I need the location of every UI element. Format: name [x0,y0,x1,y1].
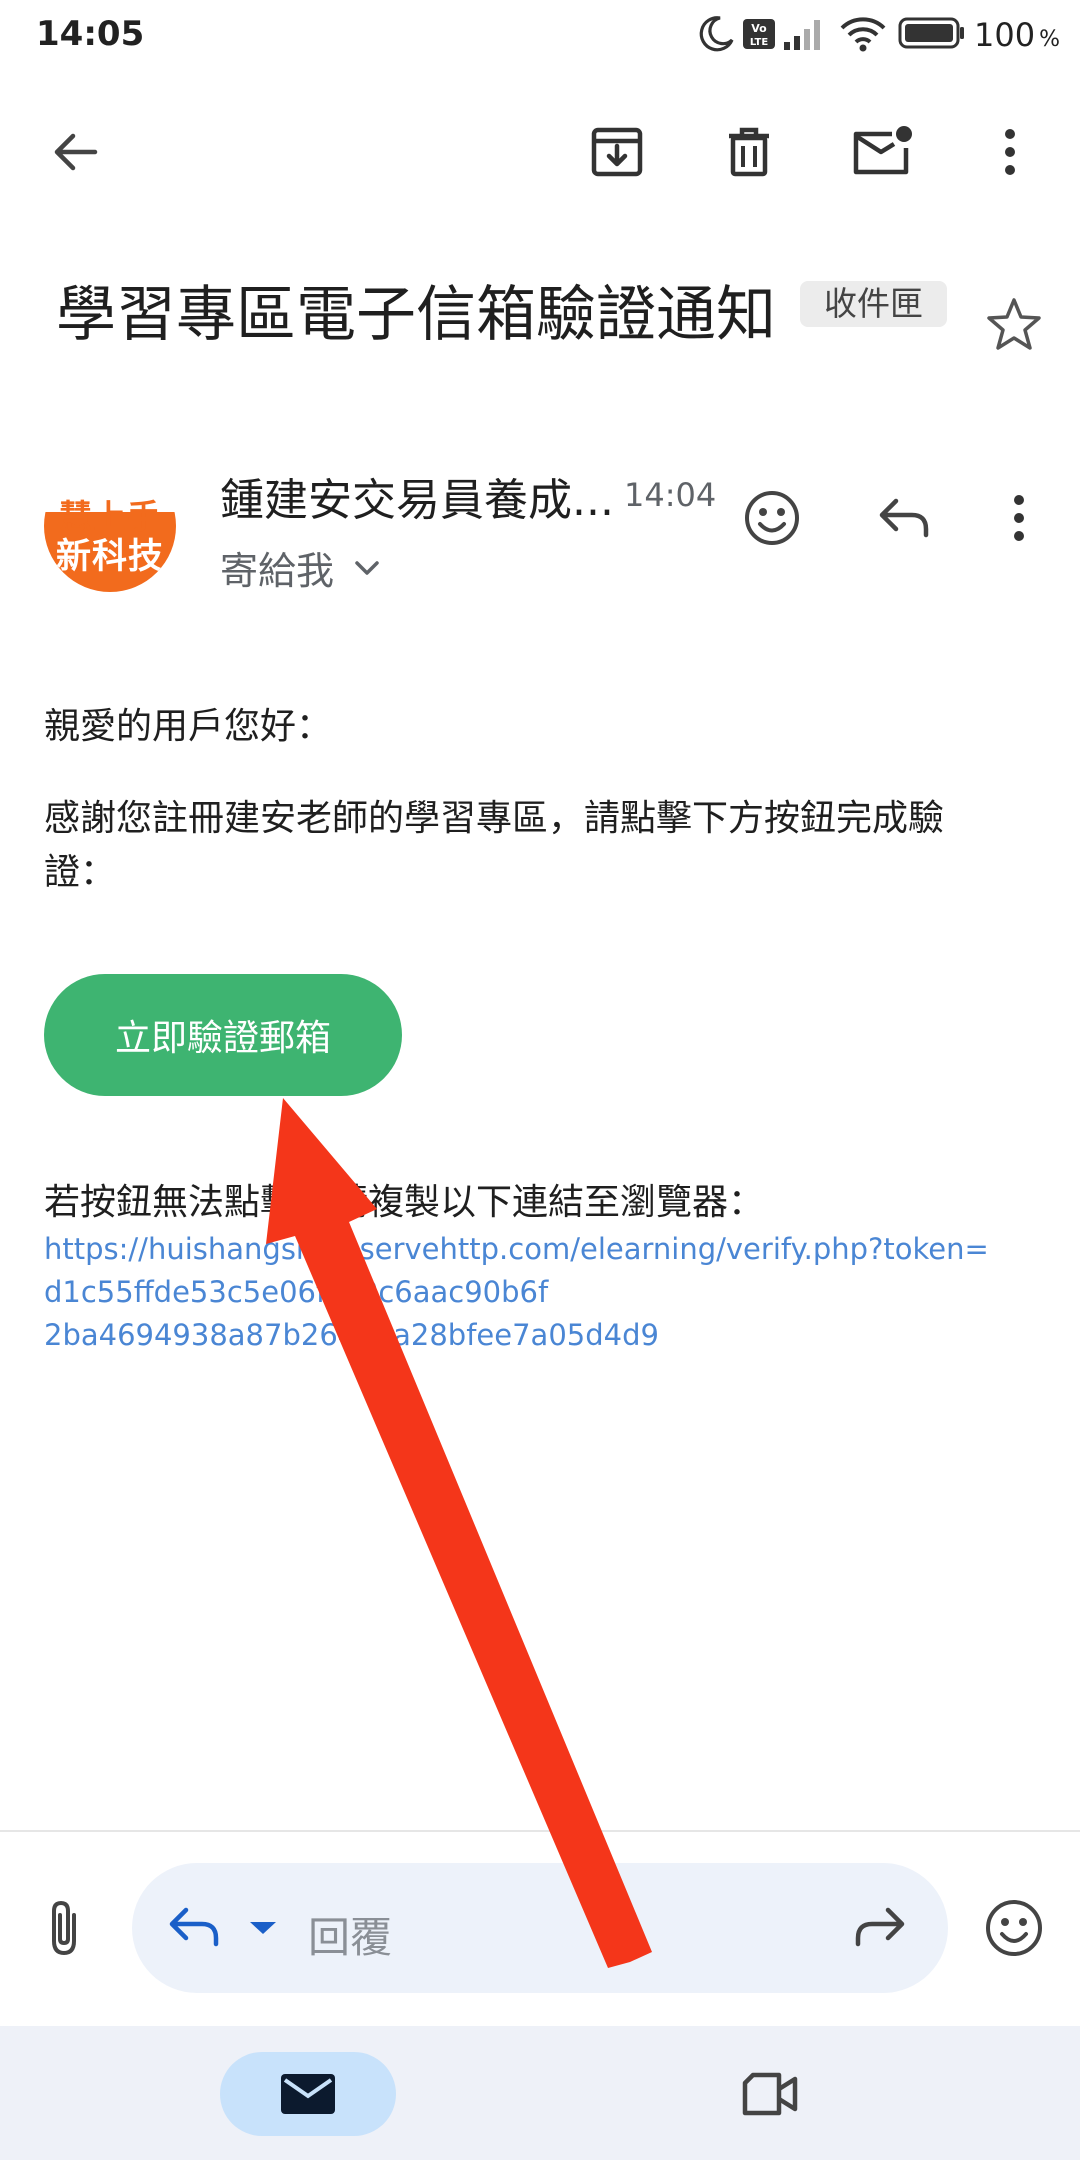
nav-mail-tab[interactable] [220,2052,396,2136]
svg-text:Vo: Vo [751,22,767,35]
emoji-react-button[interactable] [730,476,814,560]
star-icon [987,298,1041,350]
attach-button[interactable] [22,1886,106,1970]
verify-email-button[interactable]: 立即驗證郵箱 [44,974,402,1096]
message-more-button[interactable] [977,476,1061,560]
mark-unread-icon [853,126,912,175]
delete-button[interactable] [707,110,791,194]
trash-icon [729,127,769,177]
nav-meet-tab[interactable] [728,2052,812,2136]
status-time: 14:05 [36,14,145,54]
volte-icon: Vo LTE [742,18,776,50]
back-arrow-icon [54,133,98,171]
more-options-button[interactable] [968,110,1052,194]
sender-name[interactable]: 鍾建安交易員養成... [220,464,614,528]
back-button[interactable] [33,110,117,194]
star-button[interactable] [972,282,1056,366]
link-line3: 2ba4694938a87b26493a28bfee7a05d4d9 [44,1318,659,1352]
archive-button[interactable] [575,110,659,194]
intro-text-line1: 感謝您註冊建安老師的學習專區，請點擊下方按鈕完成驗 [44,798,945,839]
recipient-label: 寄給我 [220,549,335,593]
signal-icon [782,16,826,52]
mail-icon [281,2074,335,2114]
intro-text-line2: 證： [44,852,117,893]
mark-unread-button[interactable] [840,110,924,194]
avatar-text-line2: 新科技 [55,537,164,577]
reply-placeholder[interactable]: 回覆 [308,1904,392,1965]
sender-avatar[interactable]: 慧上手 新科技 [44,460,176,592]
chevron-down-icon [355,560,379,575]
fallback-instruction: 若按鈕無法點擊，請複製以下連結至瀏覽器： [44,1182,765,1223]
more-vert-icon [1014,495,1024,541]
inbox-label-chip[interactable]: 收件匣 [800,281,947,327]
sent-time: 14:04 [624,476,717,514]
reply-button[interactable] [862,476,946,560]
archive-icon [591,127,643,177]
forward-icon[interactable] [852,1904,908,1950]
battery-percent: 100% [974,16,1060,54]
link-line2: d1c55ffde53c5e06fca0c6aac90b6f [44,1275,549,1309]
emoji-icon[interactable] [984,1898,1044,1958]
battery-icon [898,16,966,50]
greeting-text: 親愛的用戶您好： [44,706,333,747]
reply-mode-dropdown-icon[interactable] [248,1920,278,1936]
recipient-details-toggle[interactable]: 寄給我 [220,540,380,595]
reply-mode-icon[interactable] [166,1902,222,1950]
verification-link[interactable]: https://huishangshou.servehttp.com/elear… [44,1228,1004,1357]
svg-text:LTE: LTE [750,37,769,48]
video-camera-icon [742,2072,798,2116]
bottom-navigation [0,2026,1080,2160]
divider [0,1830,1080,1832]
emoji-icon [745,491,799,545]
moon-icon [696,14,736,54]
link-line1: https://huishangshou.servehttp.com/elear… [44,1232,989,1266]
reply-icon [879,498,929,538]
attachment-icon [52,1900,76,1956]
wifi-icon [838,14,888,54]
email-subject: 學習專區電子信箱驗證通知 [56,280,776,350]
more-vert-icon [1005,129,1015,175]
